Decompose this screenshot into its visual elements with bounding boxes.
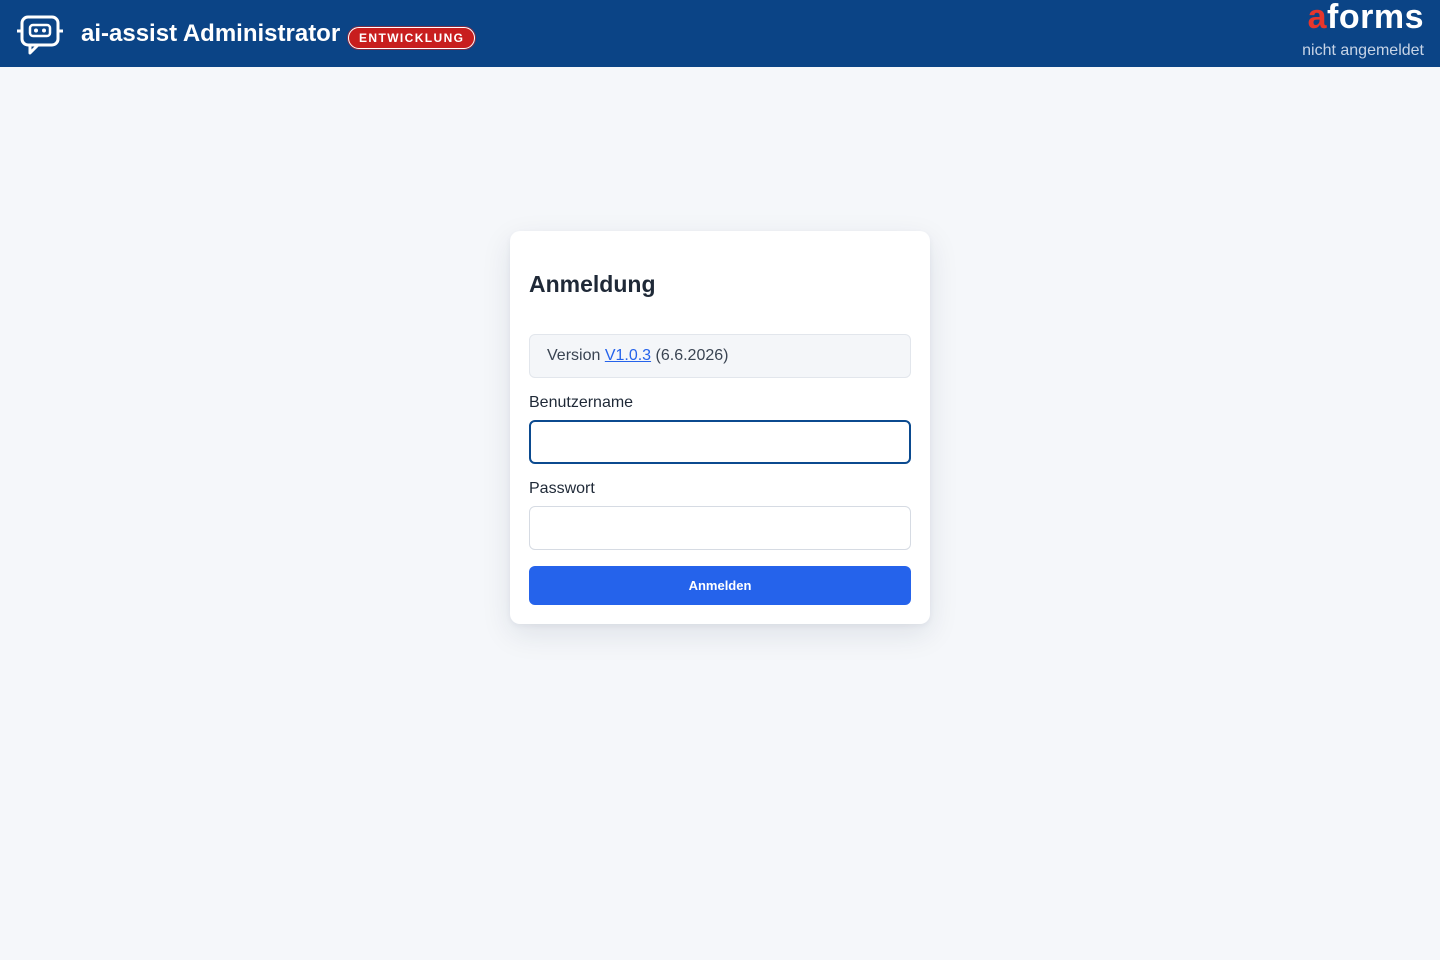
chat-bot-icon[interactable] — [16, 14, 64, 56]
login-button[interactable]: Anmelden — [529, 566, 911, 605]
version-date: (6.6.2026) — [651, 347, 729, 364]
version-link[interactable]: V1.0.3 — [605, 347, 651, 364]
brand-accent-letter: a — [1307, 0, 1328, 36]
version-info: Version V1.0.3 (6.6.2026) — [529, 334, 911, 378]
version-prefix: Version — [547, 347, 605, 364]
password-label: Passwort — [529, 480, 595, 497]
login-status: nicht angemeldet — [1302, 42, 1424, 59]
brand-logo: aforms — [1308, 0, 1424, 36]
username-field[interactable] — [529, 420, 911, 464]
top-header: ai-assist Administrator ENTWICKLUNG afor… — [0, 0, 1440, 67]
login-card: Anmeldung Version V1.0.3 (6.6.2026) Benu… — [510, 231, 930, 624]
login-title: Anmeldung — [529, 271, 656, 297]
password-field[interactable] — [529, 506, 911, 550]
username-label: Benutzername — [529, 394, 634, 411]
environment-badge: ENTWICKLUNG — [348, 27, 476, 49]
app-title: ai-assist Administrator — [81, 20, 341, 47]
brand-name-rest: forms — [1327, 0, 1424, 36]
